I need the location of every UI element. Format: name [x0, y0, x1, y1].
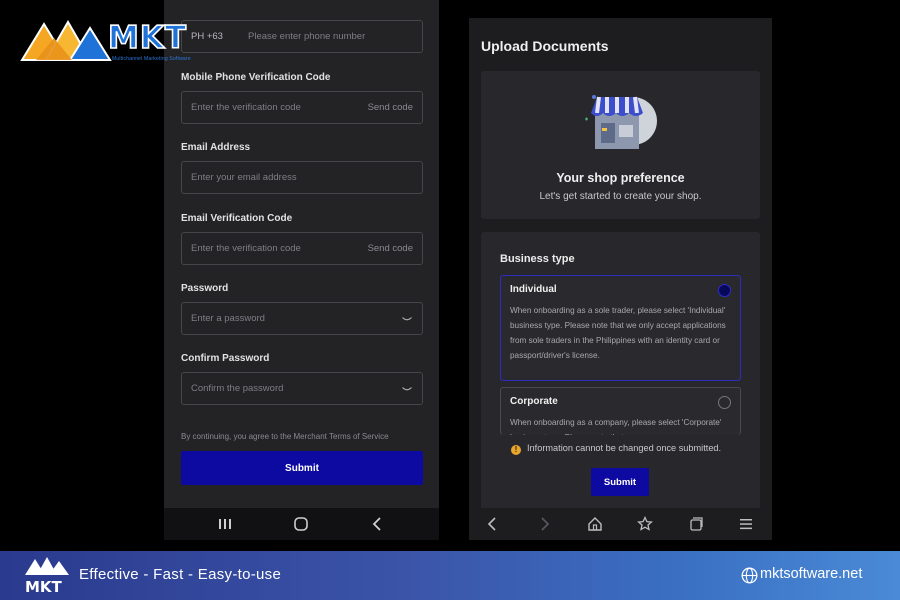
mkt-logo: MKT Multichannel Marketing Software: [20, 18, 200, 66]
business-type-card: Business type Individual When onboarding…: [481, 232, 760, 508]
mobile-code-placeholder: Enter the verification code: [191, 102, 301, 113]
banner-tagline: Effective - Fast - Easy-to-use: [79, 566, 282, 583]
mobile-code-input[interactable]: Enter the verification code Send code: [181, 91, 423, 124]
radio-selected-icon[interactable]: [718, 284, 731, 297]
back-chevron-icon[interactable]: [370, 517, 386, 531]
browser-nav-bar: [469, 508, 772, 540]
mkt-banner-logo-icon: MKT: [25, 557, 69, 596]
send-email-code-button[interactable]: Send code: [368, 243, 413, 254]
warning-icon: !: [511, 445, 521, 455]
email-input[interactable]: Enter your email address: [181, 161, 423, 194]
email-code-placeholder: Enter the verification code: [191, 243, 301, 254]
home-icon[interactable]: [587, 516, 603, 532]
business-option-corporate[interactable]: Corporate When onboarding as a company, …: [500, 387, 741, 435]
shop-preference-card: Your shop preference Let's get started t…: [481, 71, 760, 219]
android-nav-bar: [164, 508, 439, 540]
email-placeholder: Enter your email address: [191, 172, 297, 183]
send-mobile-code-button[interactable]: Send code: [368, 102, 413, 113]
mkt-logo-mark-icon: [20, 20, 112, 61]
signup-form-screen: PH +63 Please enter phone number Mobile …: [164, 0, 439, 540]
bookmark-star-icon[interactable]: [637, 516, 653, 532]
option-description: When onboarding as a company, please sel…: [510, 418, 722, 435]
svg-text:MKT: MKT: [25, 578, 63, 596]
phone-placeholder: Please enter phone number: [248, 31, 366, 42]
page-title: Upload Documents: [481, 38, 609, 54]
confirm-password-placeholder: Confirm the password: [191, 383, 284, 394]
footer-banner: MKT Effective - Fast - Easy-to-use mktso…: [0, 551, 900, 600]
logo-wordmark: MKT: [107, 19, 188, 57]
home-circle-icon[interactable]: [293, 517, 309, 531]
warning-note: ! Information cannot be changed once subm…: [511, 443, 721, 455]
shop-preference-subtext: Let's get started to create your shop.: [539, 191, 702, 202]
recent-apps-icon[interactable]: [217, 517, 233, 531]
radio-unselected-icon[interactable]: [718, 396, 731, 409]
globe-icon: [741, 567, 758, 584]
phone-input[interactable]: PH +63 Please enter phone number: [181, 20, 423, 53]
submit-button[interactable]: Submit: [181, 451, 423, 485]
eye-closed-icon[interactable]: [402, 387, 412, 392]
email-label: Email Address: [181, 142, 251, 153]
password-placeholder: Enter a password: [191, 313, 265, 324]
option-description: When onboarding as a sole trader, please…: [510, 306, 726, 360]
upload-documents-screen: Upload Documents Your shop preference Le…: [469, 18, 772, 508]
password-input[interactable]: Enter a password: [181, 302, 423, 335]
option-name: Individual: [510, 284, 557, 295]
tabs-icon[interactable]: [688, 516, 704, 532]
business-type-label: Business type: [500, 253, 575, 265]
menu-icon[interactable]: [738, 516, 754, 532]
shop-preference-heading: Your shop preference: [556, 171, 685, 185]
confirm-password-label: Confirm Password: [181, 353, 270, 364]
email-code-input[interactable]: Enter the verification code Send code: [181, 232, 423, 265]
email-code-label: Email Verification Code: [181, 213, 293, 224]
password-label: Password: [181, 283, 229, 294]
mobile-code-label: Mobile Phone Verification Code: [181, 72, 331, 83]
terms-text: By continuing, you agree to the Merchant…: [181, 432, 389, 441]
warning-text: Information cannot be changed once submi…: [527, 443, 722, 453]
back-icon[interactable]: [485, 516, 501, 532]
option-name: Corporate: [510, 396, 558, 407]
business-option-individual[interactable]: Individual When onboarding as a sole tra…: [500, 275, 741, 381]
banner-website[interactable]: mktsoftware.net: [760, 566, 862, 582]
submit-button[interactable]: Submit: [591, 468, 649, 496]
eye-closed-icon[interactable]: [402, 317, 412, 322]
shop-storefront-icon: [585, 95, 657, 149]
confirm-password-input[interactable]: Confirm the password: [181, 372, 423, 405]
forward-icon[interactable]: [536, 516, 552, 532]
logo-subtitle: Multichannel Marketing Software: [112, 56, 191, 62]
